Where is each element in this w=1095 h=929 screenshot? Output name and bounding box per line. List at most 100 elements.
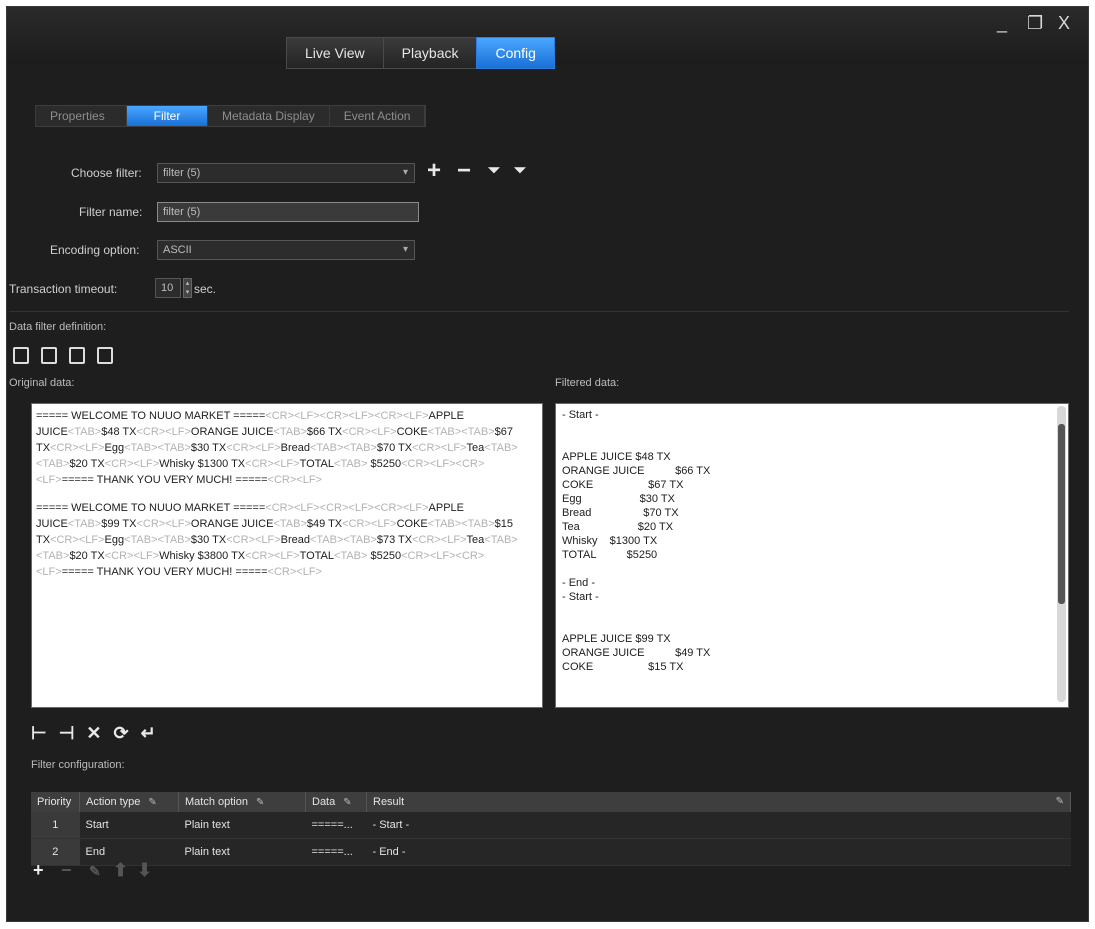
original-record: ===== WELCOME TO NUUO MARKET ===== <CR><L… (32, 500, 542, 580)
divider (9, 311, 1069, 312)
data-filter-definition-label: Data filter definition: (9, 321, 107, 333)
record-text: $20 TX (69, 458, 105, 470)
app-window: _ ❐ X Live View Playback Config Properti… (6, 6, 1089, 922)
record-text: ORANGE JUICE (190, 426, 274, 438)
subtab-event-action[interactable]: Event Action (330, 106, 426, 126)
add-filter-icon[interactable]: + (427, 157, 441, 185)
minimize-icon[interactable]: _ (997, 13, 1007, 34)
control-tag: <TAB><TAB> (427, 426, 495, 438)
timeout-stepper[interactable]: ▴ ▾ (183, 278, 192, 298)
pencil-icon: ✎ (255, 797, 265, 808)
enter-icon[interactable]: ↵ (141, 723, 156, 744)
header-priority[interactable]: Priority (31, 792, 80, 812)
tab-config[interactable]: Config (476, 37, 555, 69)
filtered-data-panel[interactable]: - Start - APPLE JUICE $48 TX ORANGE JUIC… (555, 403, 1069, 708)
export-filter-icon[interactable]: ⏷ (514, 162, 526, 179)
tab-playback[interactable]: Playback (382, 37, 478, 69)
table-header: Priority Action type ✎ Match option ✎ Data… (31, 792, 1071, 812)
export-definition-icon[interactable] (97, 347, 113, 364)
add-row-icon[interactable]: + (33, 860, 44, 881)
control-tag: <TAB><TAB> (309, 534, 377, 546)
import-filter-icon[interactable]: ⏷ (488, 162, 500, 179)
match-cell[interactable]: Plain text (178, 812, 306, 839)
filtered-data-text: - Start - APPLE JUICE $48 TX ORANGE JUIC… (562, 409, 711, 673)
remove-row-icon[interactable]: − (61, 860, 72, 881)
control-tag: <CR><LF> (226, 442, 281, 454)
edit-definition-icon[interactable] (41, 347, 57, 364)
record-text: $49 TX (306, 518, 343, 530)
filter-name-input[interactable]: filter (5) (157, 202, 419, 222)
restore-icon[interactable]: ❐ (1027, 13, 1043, 34)
clear-icon[interactable]: ✕ (86, 723, 101, 744)
table-row[interactable]: 1 Start Plain text =====... - Start - (31, 812, 1071, 839)
header-match-option[interactable]: Match option ✎ (178, 792, 306, 812)
record-text: COKE (396, 518, 428, 530)
refresh-icon[interactable]: ⟳ (113, 723, 128, 744)
record-text: $73 TX (376, 534, 413, 546)
control-tag: <CR><LF> (412, 534, 467, 546)
record-text: Egg (104, 442, 125, 454)
result-cell: - Start - (366, 812, 1071, 839)
choose-filter-value: filter (5) (163, 167, 201, 179)
new-definition-icon[interactable] (13, 347, 29, 364)
control-tag: <TAB> (334, 458, 368, 470)
mark-start-icon[interactable]: ⊢ (31, 723, 47, 744)
control-tag: <CR><LF> (136, 426, 191, 438)
match-cell[interactable]: Plain text (178, 838, 306, 866)
record-text: TOTAL (299, 550, 335, 562)
sub-tabs: Properties Filter Metadata Display Event… (35, 105, 427, 127)
control-tag: <TAB><TAB> (124, 442, 191, 454)
header-action-type[interactable]: Action type ✎ (79, 792, 179, 812)
encoding-select[interactable]: ASCII ▾ (157, 240, 415, 260)
edit-row-icon[interactable]: ✎ (89, 863, 101, 880)
control-tag: <TAB> (273, 518, 307, 530)
data-cell[interactable]: =====... (305, 812, 367, 839)
control-tag: <CR><LF> (342, 426, 397, 438)
record-text: Bread (280, 442, 310, 454)
scrollbar-thumb[interactable] (1058, 424, 1065, 604)
result-cell: - End - (366, 838, 1071, 866)
move-up-icon[interactable]: ⬆ (113, 860, 128, 881)
remove-filter-icon[interactable]: − (457, 157, 471, 185)
tab-live-view[interactable]: Live View (286, 37, 384, 69)
record-text: TOTAL (299, 458, 335, 470)
scrollbar[interactable] (1057, 406, 1066, 702)
record-text: Egg (104, 534, 125, 546)
record-text: $48 TX (101, 426, 137, 438)
move-down-icon[interactable]: ⬇ (137, 860, 152, 881)
action-cell[interactable]: Start (79, 812, 179, 839)
control-tag: <CR><LF> (50, 442, 105, 454)
pencil-icon: ✎ (148, 797, 157, 808)
pencil-icon: ✎ (1055, 796, 1064, 807)
close-icon[interactable]: X (1058, 13, 1070, 34)
record-text: ===== WELCOME TO NUUO MARKET ===== (36, 502, 266, 514)
choose-filter-select[interactable]: filter (5) ▾ (157, 163, 415, 183)
data-cell[interactable]: =====... (305, 838, 367, 866)
header-data[interactable]: Data ✎ (305, 792, 367, 812)
record-text: ===== THANK YOU VERY MUCH! ===== (61, 474, 268, 486)
header-result[interactable]: Result ✎ (366, 792, 1071, 812)
record-text: ===== THANK YOU VERY MUCH! ===== (61, 566, 268, 578)
control-tag: <CR><LF> (104, 458, 160, 470)
chevron-down-icon: ▾ (402, 167, 408, 178)
filter-config-table: Priority Action type ✎ Match option ✎ Data… (31, 792, 1071, 866)
original-data-panel[interactable]: ===== WELCOME TO NUUO MARKET ===== <CR><L… (31, 403, 543, 708)
record-text: $20 TX (69, 550, 105, 562)
subtab-filter[interactable]: Filter (127, 106, 208, 126)
subtab-metadata-display[interactable]: Metadata Display (208, 106, 330, 126)
record-text: COKE (396, 426, 428, 438)
record-text: Tea (466, 442, 485, 454)
record-text: ORANGE JUICE (190, 518, 274, 530)
table-row[interactable]: 2 End Plain text =====... - End - (31, 838, 1071, 866)
import-definition-icon[interactable] (69, 347, 85, 364)
timeout-input[interactable]: 10 (155, 278, 181, 298)
record-text: $5250 (367, 458, 402, 470)
control-tag: <CR><LF> (226, 534, 281, 546)
subtab-properties[interactable]: Properties (36, 106, 127, 126)
record-text: $30 TX (190, 534, 227, 546)
action-cell[interactable]: End (79, 838, 179, 866)
mark-end-icon[interactable]: ⊣ (59, 723, 75, 744)
record-text: $30 TX (190, 442, 227, 454)
control-tag: <CR><LF> (245, 550, 300, 562)
pencil-icon: ✎ (343, 797, 352, 808)
